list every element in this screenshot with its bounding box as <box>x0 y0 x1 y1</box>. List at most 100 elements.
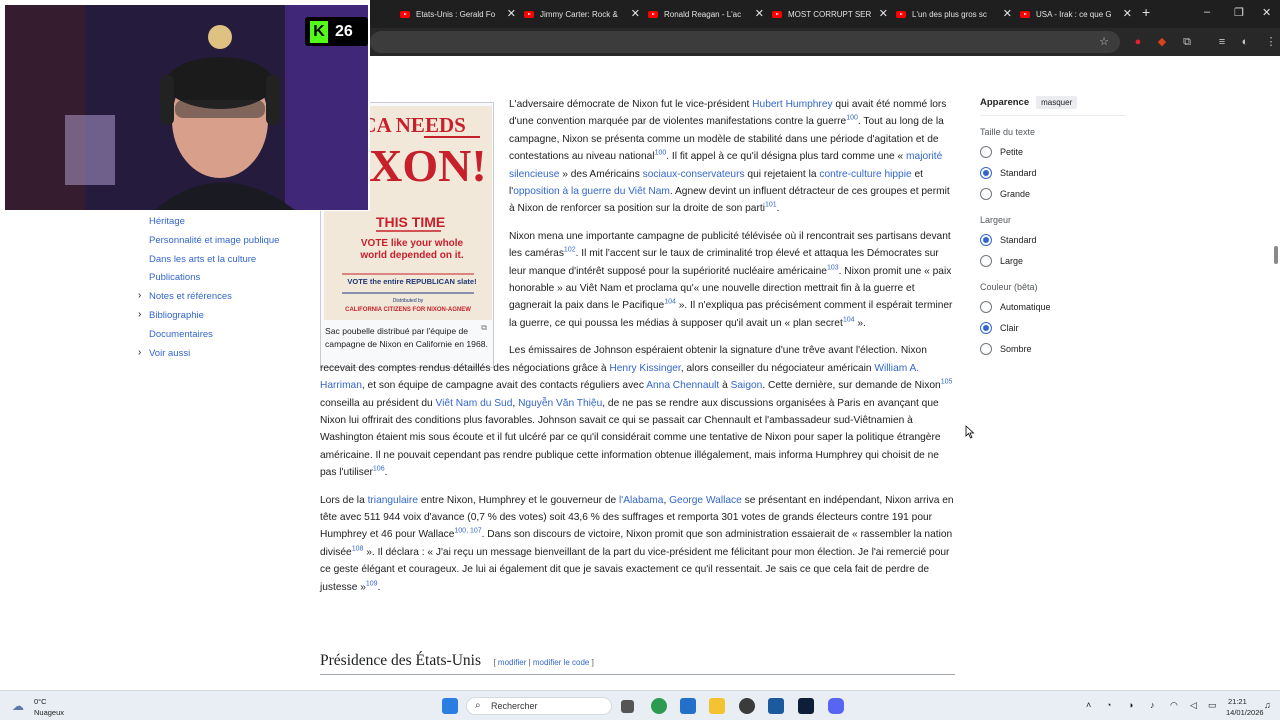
app-icon[interactable] <box>680 698 696 714</box>
photoshop-icon[interactable] <box>798 698 814 714</box>
address-bar[interactable] <box>370 31 1120 53</box>
taskbar-search[interactable]: ⌕ Rechercher <box>466 697 612 715</box>
article-link[interactable]: Hubert Humphrey <box>752 99 832 110</box>
reference-link[interactable]: 103 <box>827 264 839 271</box>
reference-link[interactable]: 104 <box>664 299 676 306</box>
extension-icon[interactable]: ● <box>1131 35 1145 49</box>
file-explorer-icon[interactable] <box>709 698 725 714</box>
reference-link[interactable]: 100 <box>655 150 667 157</box>
article-link[interactable]: opposition à la guerre du Viêt Nam <box>513 186 670 197</box>
radio-button-selected[interactable] <box>980 321 992 334</box>
windows-start-icon[interactable] <box>442 698 458 714</box>
close-window-button[interactable]: ✕ <box>1262 6 1271 19</box>
radio-option[interactable]: Automatique <box>980 296 1126 317</box>
article-link[interactable]: Viêt Nam du Sud <box>436 398 513 409</box>
maximize-button[interactable]: ❐ <box>1234 6 1244 19</box>
reference-link[interactable]: 109 <box>366 580 378 587</box>
microphone-icon[interactable]: ♪ <box>1150 700 1155 710</box>
menu-kebab-icon[interactable]: ⋮ <box>1264 35 1278 49</box>
browser-tab[interactable]: Etats-Unis : Gerald Fo ✕ <box>400 4 516 24</box>
toc-item[interactable]: Dans les arts et la culture <box>130 254 300 273</box>
toc-item[interactable]: Héritage <box>130 216 300 235</box>
clock-time[interactable]: 21:21 <box>1228 697 1247 706</box>
radio-option[interactable]: Grande <box>980 183 1126 204</box>
reference-link[interactable]: 100 <box>846 115 858 122</box>
article-link[interactable]: Henry Kissinger <box>609 363 680 374</box>
radio-button-selected[interactable] <box>980 166 992 179</box>
minimize-button[interactable]: – <box>1204 6 1210 18</box>
radio-button[interactable] <box>980 254 992 267</box>
close-tab-icon[interactable]: ✕ <box>755 7 764 20</box>
reference-link[interactable]: 108 <box>352 545 364 552</box>
tray-icon[interactable]: ◑ <box>1128 700 1133 710</box>
reference-link[interactable]: 104 <box>843 316 855 323</box>
radio-button[interactable] <box>980 342 992 355</box>
article-link[interactable]: Saigon <box>731 380 763 391</box>
radio-option[interactable]: Standard <box>980 162 1126 183</box>
close-tab-icon[interactable]: ✕ <box>879 7 888 20</box>
radio-button[interactable] <box>980 187 992 200</box>
task-view-icon[interactable] <box>621 700 634 713</box>
reference-link[interactable]: 102 <box>564 247 576 254</box>
browser-tab[interactable]: Ronald Reagan - L'ac ✕ <box>648 4 764 24</box>
toc-item[interactable]: › Notes et références <box>130 290 300 310</box>
tray-icon[interactable]: ◔ <box>1106 700 1111 710</box>
weather-cloud-icon[interactable]: ☁ <box>12 699 24 713</box>
extensions-puzzle-icon[interactable]: ⧉ <box>1180 35 1194 49</box>
close-tab-icon[interactable]: ✕ <box>507 7 516 20</box>
reference-link[interactable]: 106 <box>373 466 385 473</box>
article-link[interactable]: triangulaire <box>368 495 418 506</box>
app-icon[interactable] <box>768 698 784 714</box>
extension-icon[interactable]: ◆ <box>1155 35 1169 49</box>
profile-avatar-icon[interactable]: ◐ <box>1238 35 1252 49</box>
reference-link[interactable]: 100, 107 <box>454 528 481 535</box>
radio-option[interactable]: Sombre <box>980 338 1126 359</box>
reference-link[interactable]: 105 <box>941 379 953 386</box>
clock-date[interactable]: 14/01/2026 <box>1226 708 1264 717</box>
hide-button[interactable]: masquer <box>1036 96 1078 109</box>
article-link[interactable]: Nguyễn Văn Thiệu <box>518 398 602 409</box>
toc-item[interactable]: › Voir aussi <box>130 347 300 367</box>
obs-icon[interactable] <box>739 698 755 714</box>
close-tab-icon[interactable]: ✕ <box>631 7 640 20</box>
radio-option[interactable]: Standard <box>980 229 1126 250</box>
wifi-icon[interactable]: ◠ <box>1170 700 1178 711</box>
toc-item[interactable]: › Bibliographie <box>130 309 300 329</box>
radio-option[interactable]: Large <box>980 250 1126 271</box>
article-link[interactable]: Anna Chennault <box>646 380 719 391</box>
browser-tab[interactable]: MOST CORRUPT SER ✕ <box>772 4 888 24</box>
browser-tab[interactable]: USA - Irak : ce que G ✕ <box>1020 4 1132 24</box>
media-control-icon[interactable]: ≡ <box>1215 35 1229 49</box>
edit-section-link[interactable]: modifier <box>498 658 526 667</box>
chevron-right-icon[interactable]: › <box>138 290 141 302</box>
article-link[interactable]: sociaux-conservateurs <box>643 169 745 180</box>
reference-link[interactable]: 101 <box>765 202 777 209</box>
discord-icon[interactable] <box>828 698 844 714</box>
battery-icon[interactable]: ▭ <box>1208 700 1217 711</box>
notification-bell-icon[interactable]: ♫ <box>1264 700 1271 710</box>
browser-tab[interactable]: Jimmy Carter: Rock & ✕ <box>524 4 640 24</box>
chevron-right-icon[interactable]: › <box>138 347 141 359</box>
new-tab-button[interactable]: + <box>1142 4 1150 20</box>
toc-item[interactable]: Publications <box>130 272 300 291</box>
radio-button[interactable] <box>980 300 992 313</box>
toc-item[interactable]: Personnalité et image publique <box>130 235 300 254</box>
chevron-up-icon[interactable]: ˄ <box>1086 700 1091 710</box>
weather-description[interactable]: Nuageux <box>34 708 64 717</box>
scrollbar-thumb[interactable] <box>1274 246 1278 264</box>
radio-option[interactable]: Petite <box>980 141 1126 162</box>
edit-source-link[interactable]: modifier le code <box>533 658 589 667</box>
article-link[interactable]: l'Alabama <box>619 495 663 506</box>
radio-button[interactable] <box>980 145 992 158</box>
chrome-icon[interactable] <box>651 698 667 714</box>
radio-option[interactable]: Clair <box>980 317 1126 338</box>
browser-tab[interactable]: L'un des plus gros sc ✕ <box>896 4 1012 24</box>
chevron-right-icon[interactable]: › <box>138 309 141 321</box>
article-link[interactable]: George Wallace <box>669 495 742 506</box>
weather-temperature[interactable]: 0°C <box>34 697 47 706</box>
close-tab-icon[interactable]: ✕ <box>1123 7 1132 20</box>
article-link[interactable]: contre-culture hippie <box>819 169 911 180</box>
toc-item[interactable]: Documentaires <box>130 329 300 348</box>
bookmark-star-icon[interactable]: ☆ <box>1097 35 1111 49</box>
close-tab-icon[interactable]: ✕ <box>1003 7 1012 20</box>
